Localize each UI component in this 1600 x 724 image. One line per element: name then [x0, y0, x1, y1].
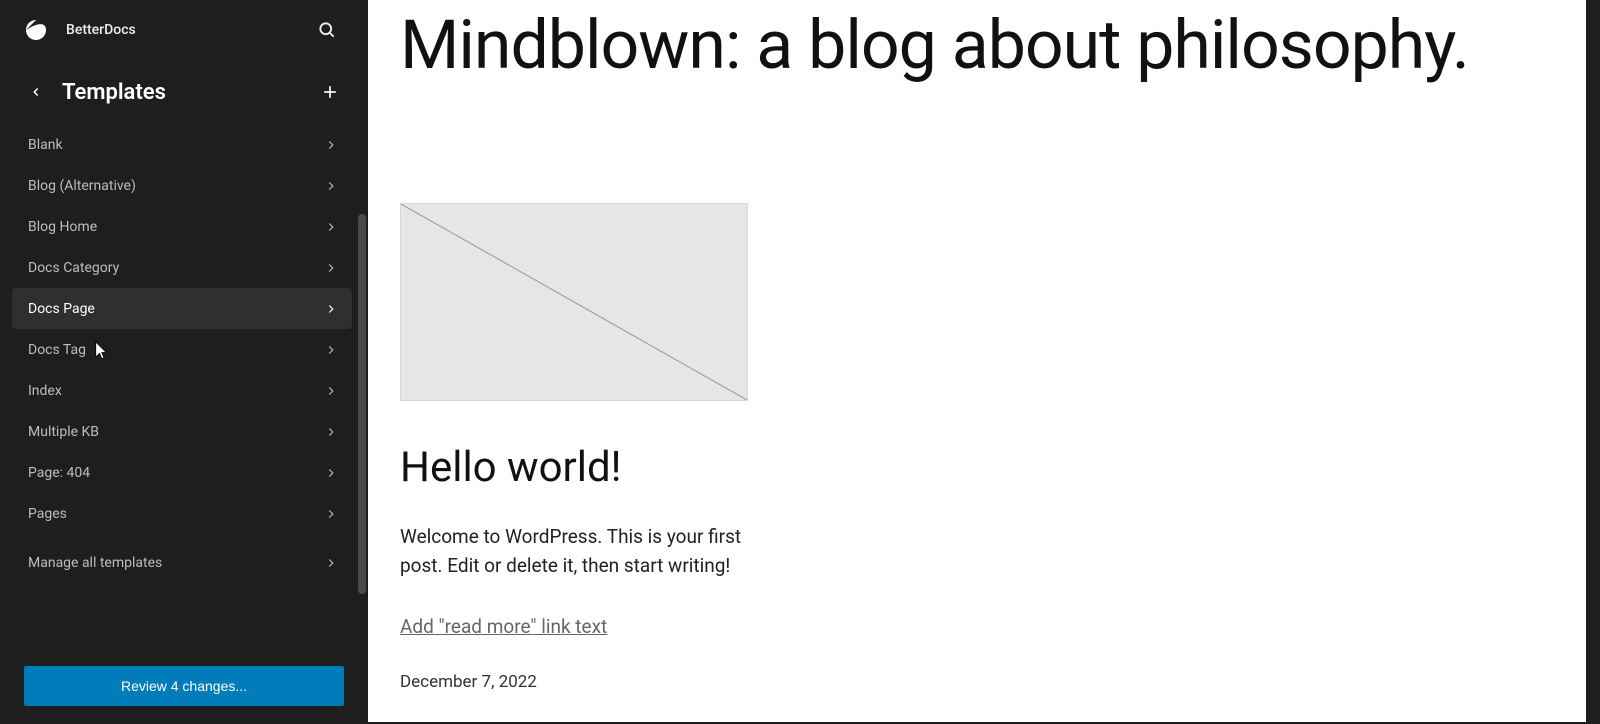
chevron-left-icon — [29, 85, 43, 99]
site-tagline-heading[interactable]: Mindblown: a blog about philosophy. — [400, 8, 1554, 83]
chevron-right-icon — [324, 343, 338, 357]
sidebar-item-blog-alternative[interactable]: Blog (Alternative) — [12, 165, 352, 206]
wordpress-logo-icon[interactable] — [24, 18, 48, 42]
sidebar-item-label: Multiple KB — [28, 424, 99, 440]
sidebar-item-docs-category[interactable]: Docs Category — [12, 247, 352, 288]
sidebar-item-page-404[interactable]: Page: 404 — [12, 452, 352, 493]
chevron-right-icon — [324, 425, 338, 439]
sidebar-item-pages[interactable]: Pages — [12, 493, 352, 534]
add-template-button[interactable] — [316, 78, 344, 106]
read-more-placeholder-input[interactable]: Add "read more" link text — [400, 615, 607, 638]
sidebar-item-label: Page: 404 — [28, 465, 90, 481]
chevron-right-icon — [324, 466, 338, 480]
placeholder-cross-icon — [401, 204, 747, 400]
sidebar-item-label: Docs Tag — [28, 342, 86, 358]
post-excerpt[interactable]: Welcome to WordPress. This is your first… — [400, 522, 760, 581]
chevron-right-icon — [324, 220, 338, 234]
sidebar-item-label: Manage all templates — [28, 555, 162, 571]
sidebar-item-blog-home[interactable]: Blog Home — [12, 206, 352, 247]
sidebar-item-docs-page[interactable]: Docs Page — [12, 288, 352, 329]
plus-icon — [320, 82, 340, 102]
sidebar: BetterDocs Templates Blank Blog (Alter — [0, 0, 368, 724]
sidebar-item-manage-all[interactable]: Manage all templates — [12, 542, 352, 583]
sidebar-item-label: Blog (Alternative) — [28, 178, 136, 194]
sidebar-item-index[interactable]: Index — [12, 370, 352, 411]
sidebar-item-label: Index — [28, 383, 62, 399]
sidebar-item-label: Pages — [28, 506, 67, 522]
editor-canvas-area: Mindblown: a blog about philosophy. Hell… — [368, 0, 1600, 724]
sidebar-title: Templates — [62, 80, 302, 105]
sidebar-item-label: Blog Home — [28, 219, 97, 235]
review-changes-button[interactable]: Review 4 changes... — [24, 666, 344, 706]
site-name[interactable]: BetterDocs — [66, 22, 292, 38]
template-preview-canvas[interactable]: Mindblown: a blog about philosophy. Hell… — [368, 0, 1586, 722]
post-preview: Hello world! Welcome to WordPress. This … — [400, 203, 760, 692]
chevron-right-icon — [324, 179, 338, 193]
search-button[interactable] — [310, 13, 344, 47]
search-icon — [317, 20, 337, 40]
back-button[interactable] — [24, 80, 48, 104]
top-bar: BetterDocs — [0, 0, 368, 60]
scrollbar-thumb[interactable] — [358, 214, 366, 594]
chevron-right-icon — [324, 556, 338, 570]
chevron-right-icon — [324, 261, 338, 275]
post-title[interactable]: Hello world! — [400, 443, 760, 492]
sidebar-header: Templates — [0, 60, 368, 118]
template-list: Blank Blog (Alternative) Blog Home Docs … — [12, 124, 356, 650]
sidebar-item-blank[interactable]: Blank — [12, 124, 352, 165]
sidebar-item-multiple-kb[interactable]: Multiple KB — [12, 411, 352, 452]
post-featured-image-placeholder[interactable] — [400, 203, 748, 401]
chevron-right-icon — [324, 302, 338, 316]
sidebar-item-label: Docs Category — [28, 260, 119, 276]
chevron-right-icon — [324, 138, 338, 152]
sidebar-item-label: Blank — [28, 137, 63, 153]
chevron-right-icon — [324, 384, 338, 398]
sidebar-footer: Review 4 changes... — [0, 650, 368, 724]
chevron-right-icon — [324, 507, 338, 521]
sidebar-item-docs-tag[interactable]: Docs Tag — [12, 329, 352, 370]
post-date[interactable]: December 7, 2022 — [400, 672, 760, 692]
sidebar-item-label: Docs Page — [28, 301, 95, 317]
